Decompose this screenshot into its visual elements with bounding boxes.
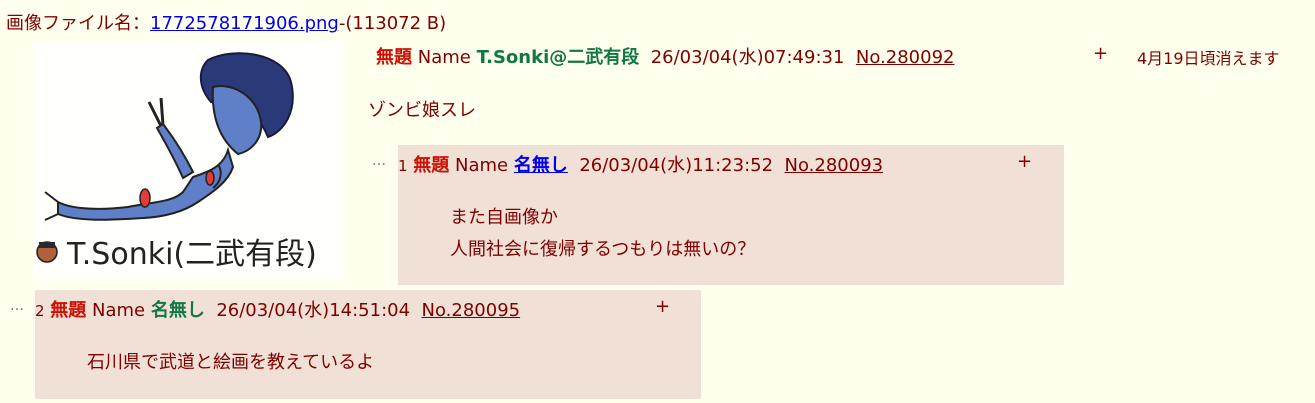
reply-2-name: 名無し: [150, 300, 205, 321]
reply-1-dots: …: [372, 153, 386, 169]
op-name-label: Name: [417, 47, 471, 68]
reply-1-name[interactable]: 名無し: [514, 155, 568, 176]
reply-2-subject: 無題: [50, 300, 87, 321]
reply-1-datetime: 26/03/04(水)11:23:52: [579, 155, 774, 176]
file-size: -(113072 B): [338, 13, 447, 34]
op-datetime: 26/03/04(水)07:49:31: [650, 47, 845, 68]
op-header: 無題 Name T.Sonki@二武有段 26/03/04(水)07:49:31…: [376, 43, 955, 69]
reply-2-line-1: 石川県で武道と絵画を教えているよ: [87, 352, 375, 373]
reply-1-name-label: Name: [455, 155, 509, 176]
op-image-thumbnail[interactable]: T.Sonki(二武有段): [33, 42, 343, 280]
reply-1-header: 1 無題 Name 名無し 26/03/04(水)11:23:52 No.280…: [398, 151, 883, 177]
op-post-number[interactable]: No.280092: [856, 47, 955, 68]
reply-2-dots: …: [10, 298, 24, 314]
reply-2-post-number[interactable]: No.280095: [422, 300, 521, 321]
image-filename-link[interactable]: 1772578171906.png: [150, 13, 339, 34]
reply-2-plus-button[interactable]: +: [655, 296, 670, 317]
reply-1-line-1: また自画像か: [450, 207, 558, 228]
reply-2: 2 無題 Name 名無し 26/03/04(水)14:51:04 No.280…: [35, 290, 701, 399]
op-subject: 無題: [376, 47, 412, 68]
reply-1-index: 1: [398, 157, 408, 175]
reply-1-subject: 無題: [413, 155, 450, 176]
image-signature-text: T.Sonki(二武有段): [66, 237, 317, 272]
reply-1-plus-button[interactable]: +: [1017, 151, 1032, 172]
file-info-label: 画像ファイル名：: [6, 13, 150, 34]
reply-1-line-2: 人間社会に復帰するつもりは無いの？: [450, 239, 756, 260]
reply-2-index: 2: [35, 302, 45, 320]
file-info: 画像ファイル名：1772578171906.png-(113072 B): [6, 9, 446, 35]
reply-2-name-label: Name: [92, 300, 146, 321]
op-image-drawing: T.Sonki(二武有段): [36, 52, 317, 272]
op-comment: ゾンビ娘スレ: [368, 100, 476, 121]
op-expiry-notice: 4月19日頃消えます: [1137, 49, 1280, 68]
op-name: T.Sonki@二武有段: [476, 47, 640, 68]
reply-2-header: 2 無題 Name 名無し 26/03/04(水)14:51:04 No.280…: [35, 296, 520, 322]
reply-1: 1 無題 Name 名無し 26/03/04(水)11:23:52 No.280…: [398, 145, 1064, 285]
reply-1-post-number[interactable]: No.280093: [785, 155, 884, 176]
op-plus-button[interactable]: +: [1093, 43, 1108, 64]
reply-2-datetime: 26/03/04(水)14:51:04: [216, 300, 411, 321]
